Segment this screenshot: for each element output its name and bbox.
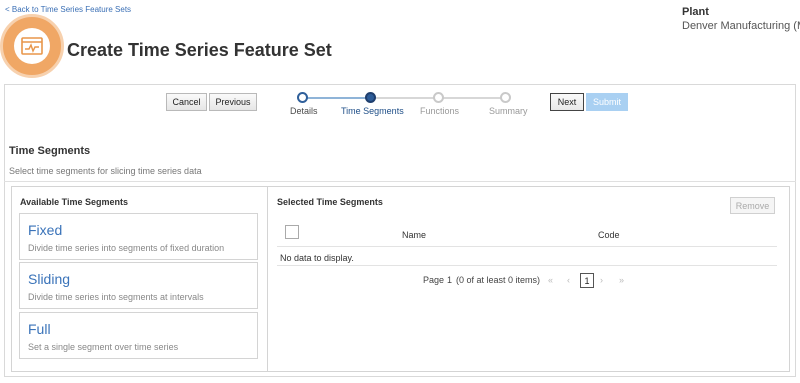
step-summary-label: Summary xyxy=(489,106,528,116)
step-time-segments-label[interactable]: Time Segments xyxy=(341,106,404,116)
available-segments-heading: Available Time Segments xyxy=(20,197,129,207)
previous-button[interactable]: Previous xyxy=(209,93,257,111)
column-header-name[interactable]: Name xyxy=(402,230,426,240)
pager-current-page[interactable]: 1 xyxy=(580,273,594,288)
empty-grid-message: No data to display. xyxy=(280,253,354,263)
pager-page-number: 1 xyxy=(447,275,453,285)
grid-body-divider xyxy=(277,265,777,266)
step-details-dot[interactable] xyxy=(297,92,308,103)
step-functions-label: Functions xyxy=(420,106,460,116)
plant-info: Plant Denver Manufacturing (M5) xyxy=(682,6,800,32)
step-summary-dot xyxy=(500,92,511,103)
next-button[interactable]: Next xyxy=(550,93,584,111)
select-all-checkbox[interactable] xyxy=(285,225,299,239)
pager-item-count: (0 of at least 0 items) xyxy=(456,275,541,285)
column-header-code[interactable]: Code xyxy=(598,230,620,240)
step-details-label[interactable]: Details xyxy=(290,106,318,116)
wizard-toolbar xyxy=(4,84,796,122)
section-title: Time Segments xyxy=(9,145,91,157)
segment-card-fixed[interactable]: Fixed Divide time series into segments o… xyxy=(19,213,258,260)
step-functions-dot xyxy=(433,92,444,103)
segment-description: Divide time series into segments at inte… xyxy=(28,292,204,302)
chart-window-icon xyxy=(0,14,64,78)
section-subtitle: Select time segments for slicing time se… xyxy=(9,166,202,176)
submit-button[interactable]: Submit xyxy=(586,93,628,111)
cancel-button[interactable]: Cancel xyxy=(166,93,207,111)
page-title: Create Time Series Feature Set xyxy=(67,40,332,60)
segment-card-sliding[interactable]: Sliding Divide time series into segments… xyxy=(19,262,258,309)
pager-page-label: Page xyxy=(423,275,445,285)
plant-label: Plant xyxy=(682,6,709,18)
back-link[interactable]: < Back to Time Series Feature Sets xyxy=(5,5,131,14)
selected-segments-heading: Selected Time Segments xyxy=(277,197,383,207)
segment-description: Divide time series into segments of fixe… xyxy=(28,243,225,253)
stepper-progress-line xyxy=(302,97,370,99)
segment-name: Sliding xyxy=(28,271,71,287)
pager-prev-icon[interactable]: ‹ xyxy=(567,275,570,285)
grid-header-divider xyxy=(277,246,777,247)
segment-name: Full xyxy=(28,321,51,337)
segment-description: Set a single segment over time series xyxy=(28,342,179,352)
pager-last-icon[interactable]: » xyxy=(619,275,624,285)
pager-first-icon[interactable]: « xyxy=(548,275,553,285)
pager-next-icon[interactable]: › xyxy=(600,275,603,285)
plant-value: Denver Manufacturing (M5) xyxy=(682,20,800,32)
segment-card-full[interactable]: Full Set a single segment over time seri… xyxy=(19,312,258,359)
segment-name: Fixed xyxy=(28,222,63,238)
remove-button[interactable]: Remove xyxy=(730,197,775,214)
section-divider xyxy=(4,181,796,182)
step-time-segments-dot[interactable] xyxy=(365,92,376,103)
